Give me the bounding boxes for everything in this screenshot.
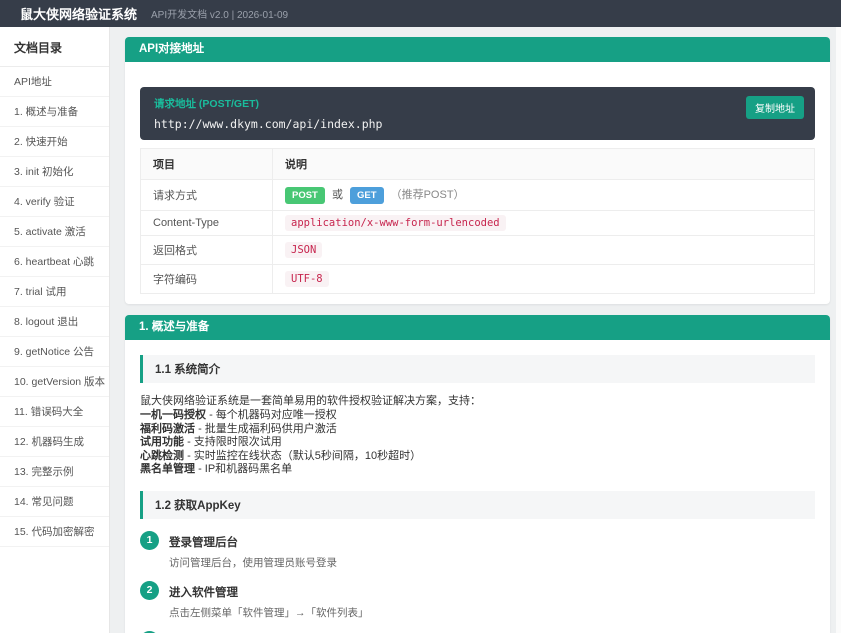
sidebar-item-api-address[interactable]: API地址	[0, 67, 109, 97]
feature-desc: - 实时监控在线状态（默认5秒间隔，10秒超时）	[187, 449, 422, 462]
overview-section-header: 1. 概述与准备	[125, 314, 830, 340]
step-number-badge: 2	[140, 580, 159, 600]
sidebar-nav: API地址 1. 概述与准备 2. 快速开始 3. init 初始化 4. ve…	[0, 67, 109, 547]
request-url-label: 请求地址 (POST/GET)	[154, 98, 259, 110]
row-label: Content-Type	[140, 209, 273, 236]
feature-term: 一机一码授权	[140, 409, 206, 422]
sidebar-item-activate[interactable]: 5. activate 激活	[0, 217, 109, 247]
sidebar-item-verify[interactable]: 4. verify 验证	[0, 187, 109, 217]
appkey-steps: 1 登录管理后台 访问管理后台，使用管理员账号登录 2 进入软件管理 点击左侧菜…	[140, 530, 815, 633]
app-subtitle: API开发文档 v2.0 | 2026-01-09	[151, 10, 289, 21]
step-title: 进入软件管理	[169, 586, 238, 599]
subsection-system-intro: 1.1 系统简介	[140, 354, 815, 383]
step-enter-software-mgmt: 2 进入软件管理 点击左侧菜单「软件管理」→「软件列表」	[140, 580, 815, 620]
get-method-badge: GET	[350, 186, 384, 204]
feature-line: 福利码激活 - 批量生成福利码供用户激活	[140, 423, 815, 437]
step-description: 点击左侧菜单「软件管理」→「软件列表」	[169, 606, 369, 619]
row-label: 返回格式	[140, 234, 273, 265]
sidebar-item-trial[interactable]: 7. trial 试用	[0, 277, 109, 307]
sidebar-item-encryption[interactable]: 15. 代码加密解密	[0, 517, 109, 547]
charset-code: UTF-8	[285, 270, 329, 287]
step-title: 登录管理后台	[169, 536, 238, 549]
overview-card: 1. 概述与准备 1.1 系统简介 鼠大侠网络验证系统是一套简单易用的软件授权验…	[125, 314, 830, 633]
table-row-return-format: 返回格式 JSON	[140, 234, 815, 265]
table-row-charset: 字符编码 UTF-8	[140, 263, 815, 294]
api-address-card: API对接地址 请求地址 (POST/GET) http://www.dkym.…	[125, 37, 830, 304]
sidebar-title: 文档目录	[0, 27, 109, 67]
api-address-section-header: API对接地址	[125, 37, 830, 62]
table-header-description: 说明	[272, 148, 815, 180]
app-title: 鼠大侠网络验证系统	[20, 7, 138, 22]
feature-term: 福利码激活	[140, 422, 195, 435]
feature-term: 试用功能	[140, 436, 184, 449]
feature-desc: - IP和机器码黑名单	[198, 463, 293, 476]
step-body: 进入软件管理 点击左侧菜单「软件管理」→「软件列表」	[169, 581, 369, 620]
feature-line: 黑名单管理 - IP和机器码黑名单	[140, 463, 815, 477]
feature-desc: - 批量生成福利码供用户激活	[198, 422, 337, 435]
sidebar-item-init[interactable]: 3. init 初始化	[0, 157, 109, 187]
scrollbar-track[interactable]	[836, 27, 841, 633]
sidebar-item-machine-code[interactable]: 12. 机器码生成	[0, 427, 109, 457]
sidebar-item-getversion[interactable]: 10. getVersion 版本	[0, 367, 109, 397]
post-method-badge: POST	[285, 186, 325, 204]
request-url-box: 请求地址 (POST/GET) http://www.dkym.com/api/…	[140, 87, 815, 140]
main-content: API对接地址 请求地址 (POST/GET) http://www.dkym.…	[125, 37, 830, 633]
feature-term: 心跳检测	[140, 449, 184, 462]
sidebar-item-logout[interactable]: 8. logout 退出	[0, 307, 109, 337]
api-address-card-body: 请求地址 (POST/GET) http://www.dkym.com/api/…	[125, 62, 830, 304]
top-header-bar: 鼠大侠网络验证系统 API开发文档 v2.0 | 2026-01-09	[0, 0, 841, 27]
overview-card-body: 1.1 系统简介 鼠大侠网络验证系统是一套简单易用的软件授权验证解决方案，支持：…	[125, 340, 830, 633]
step-number-badge: 1	[140, 530, 159, 550]
sidebar-item-getnotice[interactable]: 9. getNotice 公告	[0, 337, 109, 367]
return-format-code: JSON	[285, 241, 323, 258]
sidebar-item-overview[interactable]: 1. 概述与准备	[0, 97, 109, 127]
or-text: 或	[331, 189, 343, 201]
system-intro-text: 鼠大侠网络验证系统是一套简单易用的软件授权验证解决方案，支持：	[140, 394, 481, 407]
step-body: 登录管理后台 访问管理后台，使用管理员账号登录	[169, 531, 337, 570]
feature-desc: - 每个机器码对应唯一授权	[209, 409, 337, 422]
row-label: 字符编码	[140, 263, 273, 294]
copy-url-button[interactable]: 复制地址	[746, 96, 804, 119]
sidebar-item-error-codes[interactable]: 11. 错误码大全	[0, 397, 109, 427]
sidebar-item-faq[interactable]: 14. 常见问题	[0, 487, 109, 517]
sidebar-item-full-example[interactable]: 13. 完整示例	[0, 457, 109, 487]
api-info-table: 项目 说明 请求方式 POST 或 GET （推荐POST） Content-T…	[140, 148, 815, 294]
row-value: UTF-8	[272, 263, 815, 294]
step-description: 访问管理后台，使用管理员账号登录	[169, 556, 337, 569]
feature-desc: - 支持限时限次试用	[187, 436, 282, 449]
table-header-row: 项目 说明	[140, 148, 815, 180]
row-value: POST 或 GET （推荐POST）	[272, 179, 815, 211]
feature-line: 心跳检测 - 实时监控在线状态（默认5秒间隔，10秒超时）	[140, 450, 815, 464]
step-login-admin: 1 登录管理后台 访问管理后台，使用管理员账号登录	[140, 530, 815, 570]
request-url-value: http://www.dkym.com/api/index.php	[154, 117, 383, 131]
sidebar-item-heartbeat[interactable]: 6. heartbeat 心跳	[0, 247, 109, 277]
table-header-item: 项目	[140, 148, 273, 180]
feature-line: 试用功能 - 支持限时限次试用	[140, 436, 815, 450]
table-row-request-method: 请求方式 POST 或 GET （推荐POST）	[140, 179, 815, 211]
subsection-get-appkey: 1.2 获取AppKey	[140, 490, 815, 519]
table-row-content-type: Content-Type application/x-www-form-urle…	[140, 209, 815, 236]
row-value: JSON	[272, 234, 815, 265]
sidebar-item-quickstart[interactable]: 2. 快速开始	[0, 127, 109, 157]
feature-line: 一机一码授权 - 每个机器码对应唯一授权	[140, 409, 815, 423]
feature-term: 黑名单管理	[140, 463, 195, 476]
sidebar: 文档目录 API地址 1. 概述与准备 2. 快速开始 3. init 初始化 …	[0, 27, 110, 633]
method-note: （推荐POST）	[390, 189, 465, 201]
row-label: 请求方式	[140, 179, 273, 211]
row-value: application/x-www-form-urlencoded	[272, 209, 815, 236]
content-type-code: application/x-www-form-urlencoded	[285, 214, 506, 231]
